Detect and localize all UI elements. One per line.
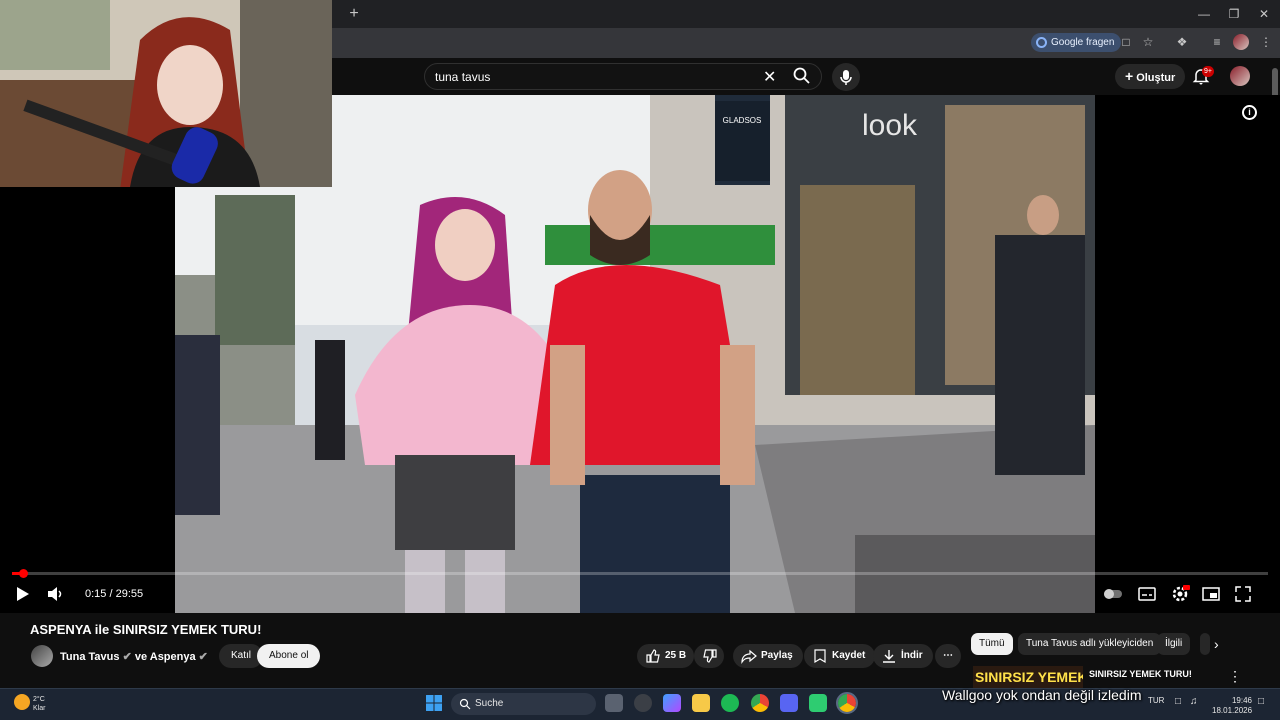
clock[interactable]: 19:46 18.01.2026 — [1212, 696, 1252, 716]
google-ask-button[interactable]: Google fragen — [1031, 33, 1122, 52]
settings-gear-icon[interactable] — [1170, 584, 1190, 604]
progress-bar[interactable] — [12, 572, 1268, 575]
chip-related[interactable]: İlgili — [1157, 633, 1191, 655]
miniplayer-icon[interactable] — [1201, 584, 1221, 604]
subtitles-icon[interactable] — [1137, 584, 1157, 604]
taskbar-search-label: Suche — [475, 698, 504, 709]
svg-text:GLADSOS: GLADSOS — [723, 116, 762, 125]
more-icon: ⋯ — [943, 650, 953, 661]
weather-temp: 2°C — [33, 696, 45, 703]
recommendation-title[interactable]: SINIRSIZ YEMEK TURU! — [1089, 669, 1192, 679]
thumbs-up-icon — [646, 649, 660, 663]
weather-state: Klar — [33, 705, 46, 712]
plus-icon: + — [1125, 68, 1134, 84]
like-count: 25 B — [665, 650, 687, 661]
clear-search-icon[interactable]: ✕ — [763, 67, 776, 87]
dislike-button[interactable] — [694, 644, 724, 668]
copilot-icon[interactable] — [663, 694, 681, 712]
network-icon[interactable]: □ — [1175, 696, 1181, 707]
thumbnail-text: SINIRSIZ YEMEK — [975, 669, 1083, 685]
chevron-right-icon[interactable]: › — [1214, 636, 1219, 652]
search-input[interactable]: tuna tavus — [435, 70, 490, 84]
speaker-icon[interactable]: ♫ — [1190, 696, 1198, 707]
restore-icon[interactable]: ❐ — [1220, 4, 1248, 24]
browser-menu-icon[interactable]: ⋮ — [1258, 34, 1274, 50]
bookmark-star-icon[interactable]: ☆ — [1140, 34, 1156, 50]
like-button[interactable]: 25 B — [637, 644, 695, 668]
video-title: ASPENYA ile SINIRSIZ YEMEK TURU! — [30, 622, 262, 637]
chrome-icon[interactable] — [751, 694, 769, 712]
create-button[interactable]: + Oluştur — [1115, 64, 1186, 89]
webcam-image — [0, 0, 332, 187]
cast-icon[interactable]: □ — [1118, 34, 1134, 50]
save-label: Kaydet — [832, 650, 866, 661]
weather-widget[interactable]: 2°C Klar — [33, 695, 45, 713]
notifications-badge: 9+ — [1202, 66, 1214, 77]
download-icon — [883, 650, 895, 663]
chip-from-uploader[interactable]: Tuna Tavus adlı yükleyiciden — [1018, 633, 1162, 655]
google-ask-label: Google fragen — [1051, 37, 1115, 48]
taskbar-search-icon — [459, 698, 471, 710]
task-view-icon[interactable] — [605, 694, 623, 712]
extensions-icon[interactable]: ❖ — [1174, 34, 1190, 50]
download-label: İndir — [901, 650, 923, 661]
file-explorer-icon[interactable] — [692, 694, 710, 712]
search-icon[interactable] — [792, 66, 812, 86]
thumbs-down-icon — [703, 649, 717, 663]
obs-icon[interactable] — [634, 694, 652, 712]
search-box[interactable]: tuna tavus ✕ — [424, 63, 822, 90]
account-avatar[interactable] — [1230, 66, 1250, 86]
verified-icon: ✔ — [122, 651, 132, 663]
chrome-active-icon[interactable] — [836, 692, 858, 714]
weather-icon[interactable] — [14, 694, 30, 710]
play-icon[interactable] — [12, 584, 32, 604]
time-display: 0:15 / 29:55 — [85, 588, 144, 600]
spotify-icon[interactable] — [721, 694, 739, 712]
fullscreen-icon[interactable] — [1233, 584, 1253, 604]
clock-date: 18.01.2026 — [1212, 706, 1253, 715]
share-label: Paylaş — [761, 650, 793, 661]
subscribe-button[interactable]: Abone ol — [257, 644, 321, 668]
svg-text:look: look — [862, 109, 918, 142]
minimize-icon[interactable]: — — [1190, 4, 1218, 24]
download-button[interactable]: İndir — [873, 644, 933, 668]
autoplay-toggle-icon[interactable] — [1103, 584, 1123, 604]
stream-chat-overlay: Wallgoo yok ondan değil izledim — [942, 687, 1142, 703]
collab-joiner: ve — [134, 651, 148, 663]
webcam-overlay — [0, 0, 332, 187]
recommendation-thumbnail[interactable]: SINIRSIZ YEMEK — [973, 666, 1083, 688]
channel-name[interactable]: Tuna Tavus — [60, 651, 120, 663]
chip-all[interactable]: Tümü — [971, 633, 1013, 655]
close-icon[interactable]: ✕ — [1250, 4, 1278, 24]
new-tab-icon[interactable]: + — [344, 4, 364, 24]
channel-avatar[interactable] — [31, 645, 53, 667]
recommendation-menu-icon[interactable]: ⋮ — [1228, 668, 1242, 685]
channel-names[interactable]: Tuna Tavus ✔ ve Aspenya ✔ — [60, 650, 208, 663]
google-lens-icon — [1036, 37, 1047, 48]
voice-search-button[interactable] — [832, 63, 860, 91]
collab-channel-name[interactable]: Aspenya — [150, 651, 196, 663]
video-info-icon[interactable]: i — [1242, 105, 1257, 120]
create-label: Oluştur — [1136, 72, 1176, 84]
discord-icon[interactable] — [780, 694, 798, 712]
media-queue-icon[interactable]: ≡ — [1209, 34, 1225, 50]
volume-icon[interactable] — [45, 584, 65, 604]
share-button[interactable]: Paylaş — [733, 644, 803, 668]
clock-time: 19:46 — [1231, 696, 1252, 705]
save-button[interactable]: Kaydet — [804, 644, 876, 668]
microphone-icon — [840, 70, 852, 85]
windows-start-icon[interactable] — [425, 694, 443, 712]
profile-icon[interactable] — [1233, 34, 1249, 50]
more-actions-button[interactable]: ⋯ — [935, 644, 961, 668]
notification-center-icon[interactable]: □ — [1258, 696, 1264, 707]
verified-icon-2: ✔ — [198, 651, 208, 663]
chip-overflow — [1200, 633, 1210, 655]
app-icon-green[interactable] — [809, 694, 827, 712]
scrubber-handle[interactable] — [18, 569, 28, 578]
share-icon — [741, 649, 757, 664]
bookmark-icon — [814, 649, 826, 664]
keyboard-language[interactable]: TUR — [1148, 696, 1164, 705]
taskbar-search[interactable]: Suche — [451, 693, 596, 715]
